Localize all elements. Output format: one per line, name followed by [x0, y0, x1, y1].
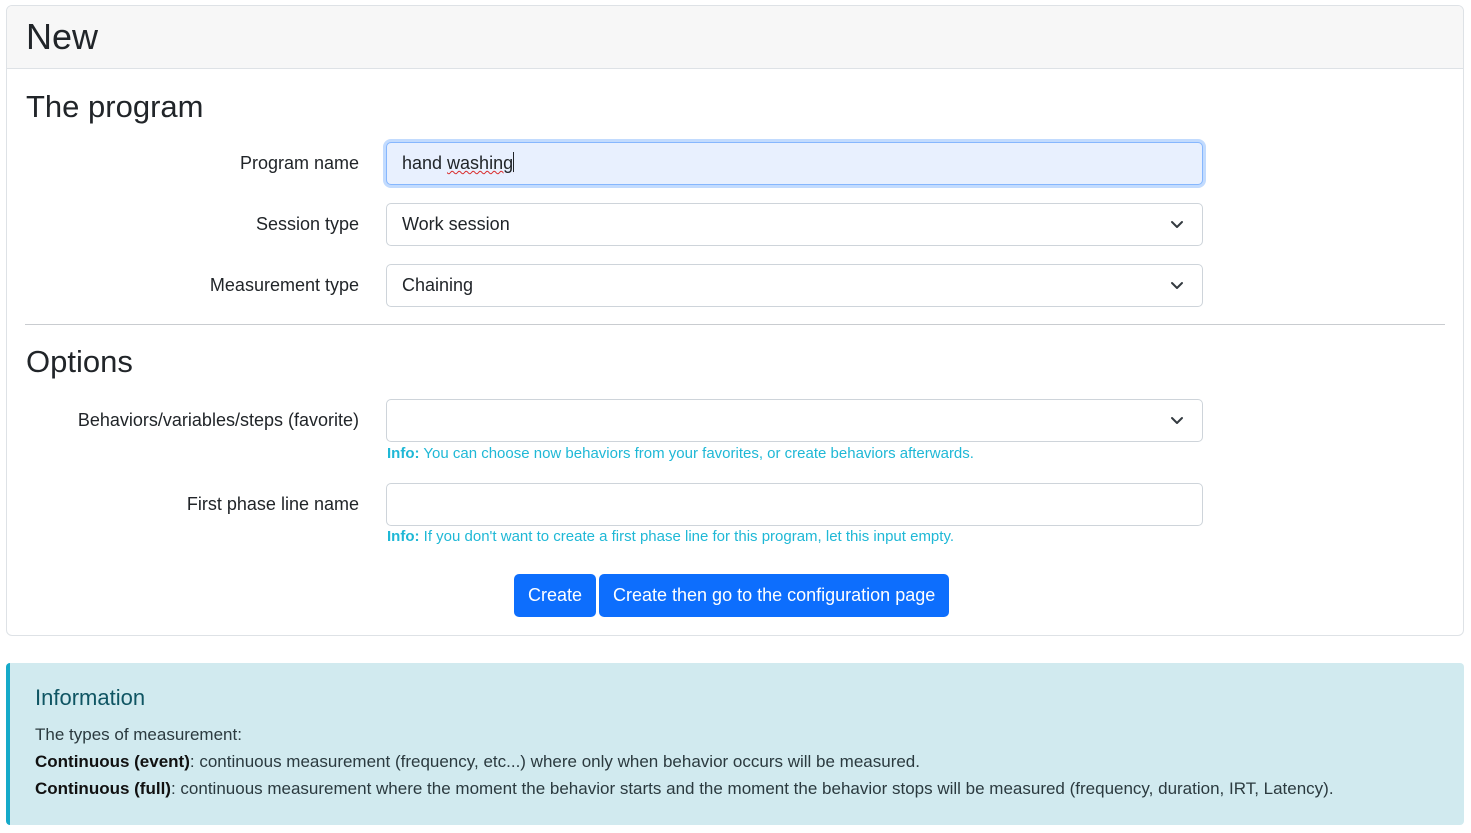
- behaviors-row: Behaviors/variables/steps (favorite): [7, 399, 1463, 442]
- card-header: New: [7, 6, 1463, 69]
- information-item-full: Continuous (full): continuous measuremen…: [35, 779, 1334, 799]
- program-name-row: Program name hand washing: [7, 142, 1463, 185]
- page-title: New: [26, 16, 99, 57]
- information-desc: : continuous measurement (frequency, etc…: [189, 752, 920, 771]
- behaviors-info-text: Info: You can choose now behaviors from …: [387, 445, 974, 462]
- info-message: If you don't want to create a first phas…: [419, 528, 954, 545]
- text-caret: [513, 152, 515, 172]
- program-name-input[interactable]: hand washing: [386, 142, 1203, 185]
- program-name-label: Program name: [239, 153, 359, 173]
- behaviors-select[interactable]: [386, 399, 1203, 442]
- behaviors-label: Behaviors/variables/steps (favorite): [77, 410, 359, 430]
- chevron-down-icon: [1171, 282, 1183, 289]
- measurement-type-label: Measurement type: [209, 275, 359, 295]
- information-title: Information: [35, 685, 146, 710]
- measurement-type-value: Chaining: [402, 275, 474, 295]
- program-name-misspelled-word: washing: [447, 153, 514, 173]
- info-prefix: Info:: [387, 445, 420, 462]
- section-title-options: Options: [26, 344, 133, 379]
- info-prefix: Info:: [387, 528, 420, 545]
- session-type-select[interactable]: Work session: [386, 203, 1203, 246]
- information-term: Continuous (full): [35, 779, 171, 798]
- information-desc: : continuous measurement where the momen…: [170, 779, 1334, 798]
- section-divider: [25, 324, 1445, 325]
- first-phase-row: First phase line name: [7, 483, 1463, 526]
- session-type-row: Session type Work session: [7, 203, 1463, 246]
- info-message: You can choose now behaviors from your f…: [419, 445, 974, 462]
- first-phase-input[interactable]: [386, 483, 1203, 526]
- chevron-down-icon: [1171, 221, 1183, 228]
- information-alert: Information The types of measurement: Co…: [6, 663, 1464, 825]
- measurement-type-select[interactable]: Chaining: [386, 264, 1203, 307]
- new-program-card: New The program Program name hand washin…: [6, 5, 1464, 636]
- create-button[interactable]: Create: [514, 574, 597, 617]
- measurement-type-row: Measurement type Chaining: [7, 264, 1463, 307]
- chevron-down-icon: [1171, 417, 1183, 424]
- create-then-configure-button[interactable]: Create then go to the configuration page: [599, 574, 950, 617]
- information-intro: The types of measurement:: [35, 725, 242, 744]
- information-term: Continuous (event): [35, 752, 190, 771]
- first-phase-info-text: Info: If you don't want to create a firs…: [387, 528, 954, 545]
- information-item-event: Continuous (event): continuous measureme…: [35, 752, 920, 772]
- first-phase-label: First phase line name: [186, 494, 359, 514]
- section-title-program: The program: [26, 89, 204, 124]
- program-name-value: hand: [402, 153, 448, 173]
- session-type-value: Work session: [402, 214, 510, 234]
- session-type-label: Session type: [255, 214, 359, 234]
